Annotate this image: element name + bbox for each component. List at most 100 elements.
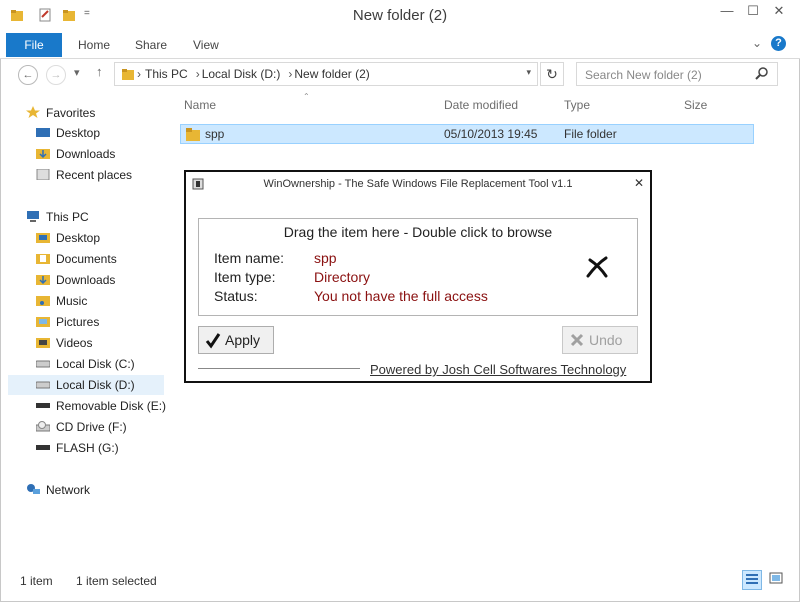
status-item-count: 1 item: [20, 574, 53, 588]
videos-folder-icon: [36, 334, 50, 348]
nav-label: CD Drive (F:): [56, 420, 127, 434]
nav-this-pc-flash-g[interactable]: FLASH (G:): [36, 438, 119, 458]
desktop-icon: [36, 124, 50, 137]
music-folder-icon: [36, 292, 50, 306]
status-selected-count: 1 item selected: [76, 574, 157, 588]
tab-share[interactable]: Share: [135, 33, 167, 57]
nav-label: Videos: [56, 336, 93, 350]
item-name-label: Item name:: [214, 250, 285, 266]
column-header-date-modified[interactable]: Date modified: [444, 98, 518, 112]
nav-favorites-downloads[interactable]: Downloads: [36, 144, 115, 164]
tab-file[interactable]: File: [6, 33, 62, 57]
nav-this-pc-local-disk-d[interactable]: Local Disk (D:): [8, 375, 164, 395]
breadcrumb-separator: ›: [137, 67, 141, 81]
nav-this-pc-removable-disk-e[interactable]: Removable Disk (E:): [36, 396, 166, 416]
undo-label: Undo: [589, 332, 623, 348]
nav-label: Favorites: [46, 106, 96, 120]
nav-label: Music: [56, 294, 88, 308]
nav-label: Recent places: [56, 168, 133, 182]
nav-label: Documents: [56, 252, 117, 266]
nav-favorites[interactable]: Favorites: [26, 103, 95, 123]
network-icon: [26, 481, 40, 494]
powered-by-link[interactable]: Powered by Josh Cell Softwares Technolog…: [370, 362, 626, 377]
nav-favorites-recent-places[interactable]: Recent places: [36, 165, 132, 185]
search-placeholder: Search New folder (2): [585, 68, 702, 82]
tab-home[interactable]: Home: [78, 33, 110, 57]
check-icon: [205, 327, 221, 361]
item-type-value: Directory: [314, 269, 371, 285]
undo-button[interactable]: Undo: [562, 326, 638, 354]
refresh-button[interactable]: ↻: [540, 62, 564, 86]
nav-label: Desktop: [56, 231, 101, 245]
nav-label: Downloads: [56, 147, 116, 161]
nav-this-pc-desktop[interactable]: Desktop: [36, 228, 100, 248]
details-view-button[interactable]: [742, 570, 762, 590]
status-label: Status:: [214, 288, 258, 304]
chevron-down-icon[interactable]: ▾: [526, 67, 531, 78]
file-name: spp: [205, 127, 225, 141]
winownership-dialog: WinOwnership - The Safe Windows File Rep…: [184, 170, 652, 383]
nav-this-pc-pictures[interactable]: Pictures: [36, 312, 99, 332]
up-button[interactable]: ↑: [96, 64, 103, 79]
documents-folder-icon: [36, 250, 50, 264]
divider: [198, 368, 360, 369]
drag-instructions: Drag the item here - Double click to bro…: [283, 224, 553, 240]
nav-label: Local Disk (C:): [56, 357, 135, 371]
recent-locations-button[interactable]: ▾: [74, 66, 80, 79]
nav-label: Local Disk (D:): [56, 378, 135, 392]
drive-icon: [35, 376, 51, 389]
title-bar: = New folder (2) — ☐ ✕: [0, 0, 800, 32]
nav-label: Network: [46, 483, 91, 497]
breadcrumb-local-disk-d[interactable]: Local Disk (D:): [202, 67, 281, 81]
item-type-label: Item type:: [214, 269, 276, 285]
dialog-title: WinOwnership - The Safe Windows File Rep…: [263, 178, 573, 190]
removable-drive-icon: [36, 439, 50, 450]
nav-this-pc-videos[interactable]: Videos: [36, 333, 92, 353]
nav-this-pc-downloads[interactable]: Downloads: [36, 270, 115, 290]
desktop-folder-icon: [36, 229, 50, 243]
x-icon: [569, 327, 585, 361]
breadcrumb-new-folder-2[interactable]: New folder (2): [294, 67, 369, 81]
dialog-close-button[interactable]: ✕: [634, 176, 644, 190]
table-row[interactable]: spp 05/10/2013 19:45 File folder: [180, 124, 754, 144]
nav-label: Desktop: [56, 126, 101, 140]
nav-this-pc-documents[interactable]: Documents: [36, 249, 117, 269]
nav-label: FLASH (G:): [56, 441, 119, 455]
large-icons-view-button[interactable]: [766, 570, 786, 590]
column-header-name[interactable]: Name: [184, 98, 216, 112]
close-button[interactable]: ✕: [764, 0, 794, 22]
nav-label: Removable Disk (E:): [56, 399, 167, 413]
cd-drive-icon: [35, 418, 51, 432]
access-denied-icon: [584, 254, 610, 283]
drive-icon: [35, 355, 51, 368]
recent-places-icon: [36, 166, 50, 181]
breadcrumb-separator: ›: [288, 67, 293, 81]
nav-network[interactable]: Network: [26, 480, 90, 500]
nav-this-pc-cd-drive-f[interactable]: CD Drive (F:): [35, 417, 127, 437]
help-icon[interactable]: ?: [771, 36, 786, 51]
nav-label: Downloads: [56, 273, 116, 287]
back-button[interactable]: ←: [18, 65, 38, 85]
downloads-folder-icon: [36, 145, 50, 159]
forward-button[interactable]: →: [46, 65, 66, 85]
pictures-folder-icon: [36, 313, 50, 327]
downloads-folder-icon: [36, 271, 50, 285]
item-name-value: spp: [314, 250, 337, 266]
nav-favorites-desktop[interactable]: Desktop: [36, 123, 100, 143]
removable-drive-icon: [36, 397, 50, 408]
column-header-type[interactable]: Type: [564, 98, 590, 112]
apply-button[interactable]: Apply: [198, 326, 274, 354]
column-header-size[interactable]: Size: [684, 98, 707, 112]
search-icon: [755, 66, 769, 83]
search-input[interactable]: Search New folder (2): [576, 62, 778, 86]
apply-label: Apply: [225, 332, 261, 348]
folder-icon: [185, 126, 201, 145]
nav-this-pc[interactable]: This PC: [26, 207, 89, 227]
folder-icon: [121, 67, 135, 84]
nav-this-pc-music[interactable]: Music: [36, 291, 87, 311]
breadcrumb-this-pc[interactable]: This PC: [145, 67, 188, 81]
ribbon-expand-icon[interactable]: ⌄: [752, 36, 762, 50]
tab-view[interactable]: View: [193, 33, 219, 57]
nav-this-pc-local-disk-c[interactable]: Local Disk (C:): [35, 354, 135, 374]
address-bar[interactable]: › This PC › Local Disk (D:) › New folder (2)…: [114, 62, 538, 86]
